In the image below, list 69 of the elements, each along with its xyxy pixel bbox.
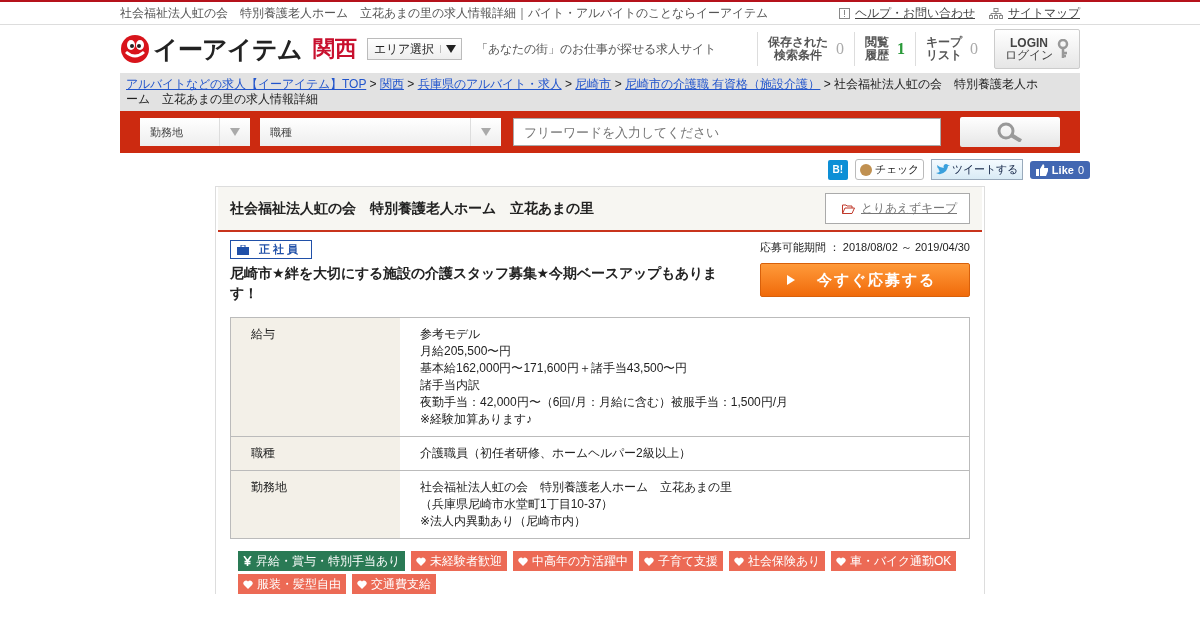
page-title: 社会福祉法人虹の会 特別養護老人ホーム 立花あまの里の求人情報詳細｜バイト・アルバイトのことならイーアイテム xyxy=(120,4,768,22)
tweet-button[interactable]: ツイートする xyxy=(930,159,1023,180)
detail-text: 夜勤手当：42,000円〜（6回/月：月給に含む）被服手当：1,500円/月 xyxy=(420,394,789,411)
detail-text: 参考モデル xyxy=(420,326,481,343)
region-label: 関西 xyxy=(313,35,357,63)
folder-icon xyxy=(842,203,855,214)
heart-icon xyxy=(734,556,744,566)
detail-text: 社会福祉法人虹の会 特別養護老人ホーム 立花あまの里 xyxy=(420,479,732,496)
breadcrumb: アルバイトなどの求人【イーアイテム】TOP > 関西 > 兵庫県のアルバイト・求人 > 尼崎市 > 尼崎市の介護職 有資格（施設介護） > 社会福祉法人虹の会 特別養護老人ホーム 立花あまの里の求人情報詳細 xyxy=(120,73,1080,111)
bird-icon xyxy=(935,164,950,175)
employment-badge: 正社員 xyxy=(230,240,312,259)
search-button[interactable] xyxy=(960,117,1060,147)
heart-icon xyxy=(357,579,367,589)
job-type-select[interactable]: 職種 xyxy=(260,118,501,146)
feature-tag: 車・バイク通勤OK xyxy=(831,551,957,571)
area-select[interactable]: エリア選択 xyxy=(367,38,462,60)
heart-icon xyxy=(836,556,846,566)
feature-tag: 交通費支給 xyxy=(352,574,436,594)
heart-icon xyxy=(644,556,654,566)
company-name: 社会福祉法人虹の会 特別養護老人ホーム 立花あまの里 xyxy=(230,199,594,218)
breadcrumb-link[interactable]: 兵庫県のアルバイト・求人 xyxy=(417,77,562,91)
feature-tag: 昇給・賞与・特別手当あり xyxy=(238,551,405,571)
logo-icon xyxy=(120,34,150,64)
feature-tag: 服装・髪型自由 xyxy=(238,574,346,594)
detail-text: 月給205,500〜円 xyxy=(420,343,513,360)
key-icon xyxy=(1057,39,1069,59)
heart-icon xyxy=(518,556,528,566)
detail-text: ※法人内異動あり（尼崎市内） xyxy=(420,513,588,530)
thumbs-up-icon xyxy=(1035,163,1048,176)
tagline: 「あなたの街」のお仕事が探せる求人サイト xyxy=(476,40,717,58)
breadcrumb-link[interactable]: アルバイトなどの求人【イーアイテム】TOP xyxy=(126,77,367,91)
breadcrumb-link[interactable]: 尼崎市 xyxy=(575,77,612,91)
play-icon xyxy=(787,275,795,285)
feature-tag: 子育て支援 xyxy=(639,551,723,571)
feature-tag: 中高年の方活躍中 xyxy=(513,551,633,571)
caret-icon xyxy=(230,128,240,136)
detail-text: ※経験加算あります♪ xyxy=(420,411,534,428)
heart-icon xyxy=(416,556,426,566)
search-icon xyxy=(997,122,1023,142)
like-button[interactable]: Like 0 xyxy=(1029,160,1090,179)
caret-icon xyxy=(481,128,491,136)
check-button[interactable]: チェック xyxy=(854,159,924,180)
breadcrumb-link[interactable]: 尼崎市の介護職 有資格（施設介護） xyxy=(625,77,821,91)
detail-label: 職種 xyxy=(231,437,400,470)
sitemap-icon xyxy=(989,7,1003,19)
detail-label: 給与 xyxy=(231,318,400,436)
logo-text[interactable]: イーアイテム xyxy=(153,32,302,66)
detail-text: 介護職員（初任者研修、ホームヘルパー2級以上） xyxy=(420,445,691,462)
job-headline: 尼崎市★絆を大切にする施設の介護スタッフ募集★今期ベースアップもあります！ xyxy=(230,264,719,303)
application-period: 応募可能期間 ： 2018/08/02 ～ 2019/04/30 xyxy=(759,240,970,255)
heart-icon xyxy=(243,579,253,589)
keyword-field[interactable]: フリーワードを入力してください xyxy=(513,118,941,146)
keep-button[interactable]: とりあえずキープ xyxy=(825,193,970,224)
caret-icon xyxy=(446,45,456,53)
briefcase-icon xyxy=(237,244,249,255)
feature-tag: 社会保険あり xyxy=(729,551,825,571)
feature-tag: 未経験者歓迎 xyxy=(411,551,507,571)
location-select[interactable]: 勤務地 xyxy=(140,118,250,146)
sitemap-link[interactable]: サイトマップ xyxy=(989,4,1080,22)
breadcrumb-link[interactable]: 関西 xyxy=(379,77,404,91)
detail-label: 勤務地 xyxy=(231,471,400,538)
detail-text: 諸手当内訳 xyxy=(420,377,481,394)
info-icon xyxy=(839,7,850,19)
detail-text: （兵庫県尼崎市水堂町1丁目10-37） xyxy=(420,496,615,513)
login-button[interactable]: LOGIN ログイン xyxy=(994,29,1080,69)
bookmark-button[interactable]: B! xyxy=(827,159,848,180)
detail-text: 基本給162,000円〜171,600円＋諸手当43,500〜円 xyxy=(420,360,689,377)
help-link[interactable]: ヘルプ・お問い合わせ xyxy=(839,4,975,22)
yen-icon xyxy=(243,556,252,566)
